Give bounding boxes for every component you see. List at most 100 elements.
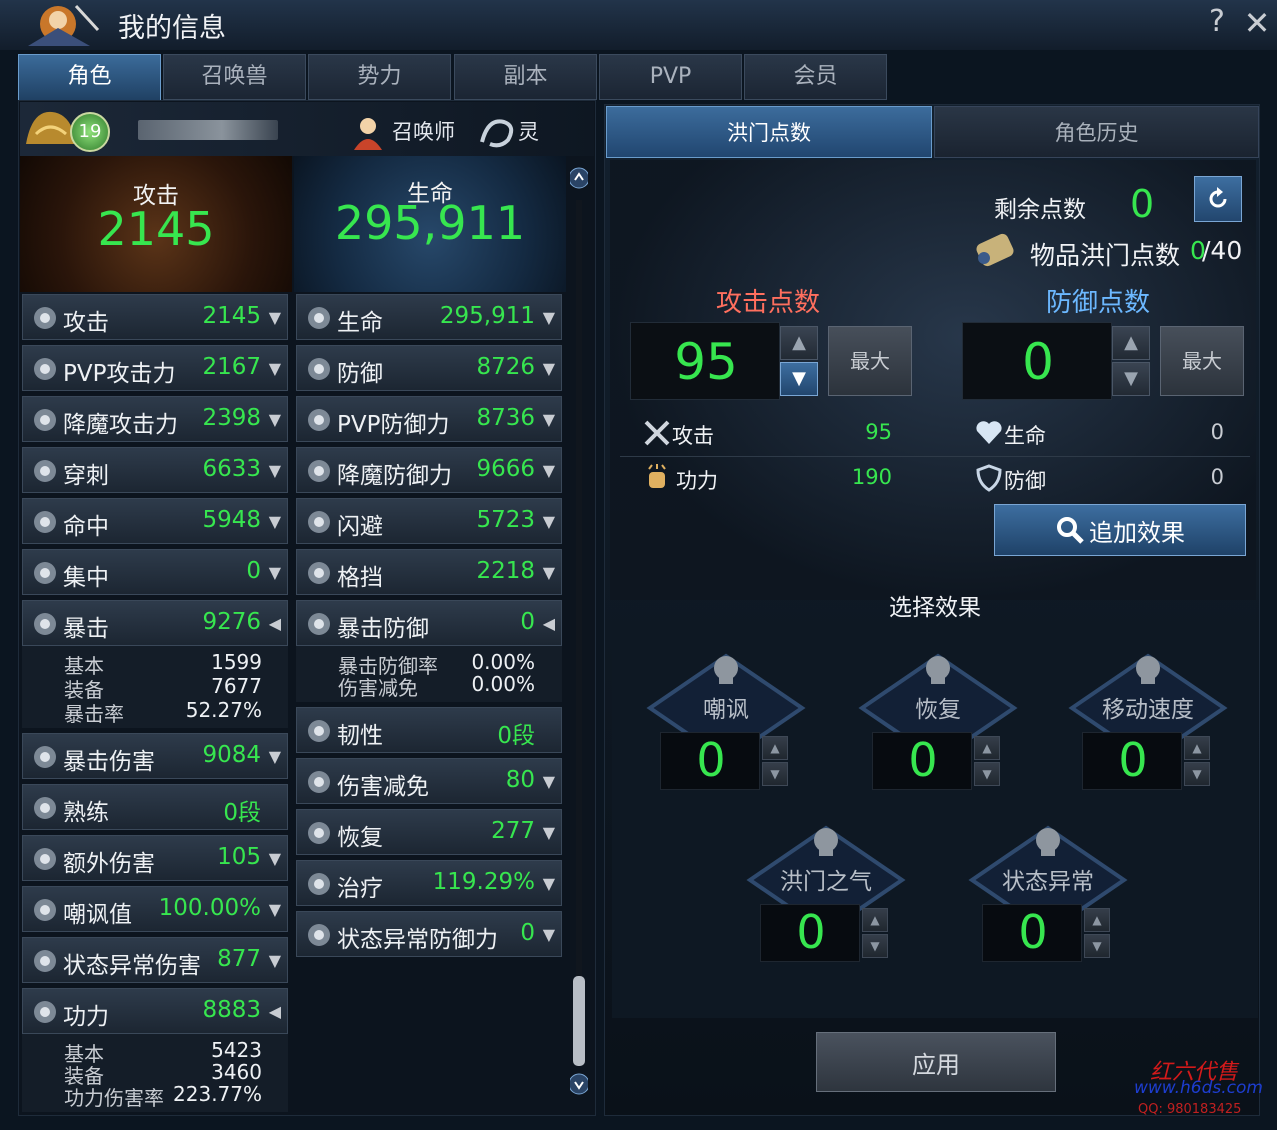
stat-row[interactable]: 格挡 2218 ▼ bbox=[296, 549, 562, 595]
stats-scrollbar[interactable] bbox=[570, 166, 588, 1096]
expand-arrow-icon[interactable]: ▼ bbox=[269, 900, 281, 919]
stat-row[interactable]: 降魔防御力 9666 ▼ bbox=[296, 447, 562, 493]
stat-row[interactable]: 暴击 9276 ◀ bbox=[22, 600, 288, 646]
stat-row[interactable]: 伤害减免 80 ▼ bbox=[296, 758, 562, 804]
effect-up-button[interactable]: ▲ bbox=[1084, 908, 1110, 932]
tab-membership[interactable]: 会员 bbox=[744, 54, 887, 100]
expand-arrow-icon[interactable]: ▼ bbox=[543, 925, 555, 944]
reset-points-button[interactable] bbox=[1194, 176, 1242, 222]
tab-dungeon[interactable]: 副本 bbox=[454, 54, 597, 100]
tab-summon[interactable]: 召唤兽 bbox=[163, 54, 306, 100]
sprout-icon bbox=[926, 656, 950, 684]
expand-arrow-icon[interactable]: ▼ bbox=[543, 772, 555, 791]
remaining-points-label: 剩余点数 bbox=[994, 197, 1086, 223]
stat-row[interactable]: 韧性 0段 bbox=[296, 707, 562, 753]
attack-points-down-button[interactable]: ▼ bbox=[780, 362, 818, 396]
effect-value-box: 0 bbox=[1082, 732, 1182, 790]
expand-arrow-icon[interactable]: ▼ bbox=[269, 747, 281, 766]
tab-character[interactable]: 角色 bbox=[18, 54, 161, 104]
stat-row[interactable]: 穿刺 6633 ▼ bbox=[22, 447, 288, 493]
stat-row[interactable]: 嘲讽值 100.00% ▼ bbox=[22, 886, 288, 932]
expand-arrow-icon[interactable]: ▼ bbox=[269, 849, 281, 868]
tab-pvp[interactable]: PVP bbox=[599, 54, 742, 100]
stat-row[interactable]: 状态异常防御力 0 ▼ bbox=[296, 911, 562, 957]
help-button[interactable]: ? bbox=[1204, 4, 1230, 39]
effect-up-button[interactable]: ▲ bbox=[762, 736, 788, 760]
effect-up-button[interactable]: ▲ bbox=[862, 908, 888, 932]
stat-row[interactable]: 集中 0 ▼ bbox=[22, 549, 288, 595]
stat-row[interactable]: 闪避 5723 ▼ bbox=[296, 498, 562, 544]
recovery-icon bbox=[308, 822, 330, 844]
collapse-arrow-icon[interactable]: ◀ bbox=[543, 614, 555, 633]
effect-name: 洪门之气 bbox=[780, 869, 872, 895]
effect-up-button[interactable]: ▲ bbox=[1184, 736, 1210, 760]
search-icon bbox=[1057, 517, 1084, 544]
expand-arrow-icon[interactable]: ▼ bbox=[269, 563, 281, 582]
expand-arrow-icon[interactable]: ▼ bbox=[543, 308, 555, 327]
pvp-defense-icon bbox=[308, 409, 330, 431]
stat-row[interactable]: 治疗 119.29% ▼ bbox=[296, 860, 562, 906]
stat-row[interactable]: 降魔攻击力 2398 ▼ bbox=[22, 396, 288, 442]
extra-damage-icon bbox=[34, 848, 56, 870]
expand-arrow-icon[interactable]: ▼ bbox=[543, 563, 555, 582]
stat-row[interactable]: 恢复 277 ▼ bbox=[296, 809, 562, 855]
bonus-divider bbox=[620, 456, 1250, 457]
attack-max-button[interactable]: 最大 bbox=[828, 326, 912, 396]
add-effect-button[interactable]: 追加效果 bbox=[994, 504, 1246, 556]
summoner-label[interactable]: 召唤师 bbox=[392, 116, 455, 146]
effect-down-button[interactable]: ▼ bbox=[762, 762, 788, 786]
expand-arrow-icon[interactable]: ▼ bbox=[543, 823, 555, 842]
stat-name: 格挡 bbox=[337, 565, 383, 591]
defense-points-down-button[interactable]: ▼ bbox=[1112, 362, 1150, 396]
expand-arrow-icon[interactable]: ▼ bbox=[269, 410, 281, 429]
stat-name: 额外伤害 bbox=[63, 851, 155, 877]
sword-icon bbox=[34, 307, 56, 329]
stat-row[interactable]: 熟练 0段 bbox=[22, 784, 288, 830]
detail-label: 功力伤害率 bbox=[64, 1086, 164, 1110]
stat-row[interactable]: 防御 8726 ▼ bbox=[296, 345, 562, 391]
expand-arrow-icon[interactable]: ▼ bbox=[543, 359, 555, 378]
stat-row[interactable]: PVP攻击力 2167 ▼ bbox=[22, 345, 288, 391]
stat-row[interactable]: PVP防御力 8736 ▼ bbox=[296, 396, 562, 442]
effect-down-button[interactable]: ▼ bbox=[1184, 762, 1210, 786]
stat-row[interactable]: 暴击伤害 9084 ▼ bbox=[22, 733, 288, 779]
stat-row[interactable]: 额外伤害 105 ▼ bbox=[22, 835, 288, 881]
expand-arrow-icon[interactable]: ▼ bbox=[269, 512, 281, 531]
effect-value: 0 bbox=[796, 905, 826, 959]
expand-arrow-icon[interactable]: ▼ bbox=[543, 512, 555, 531]
focus-icon bbox=[34, 562, 56, 584]
stat-row[interactable]: 攻击 2145 ▼ bbox=[22, 294, 288, 340]
stat-row[interactable]: 状态异常伤害 877 ▼ bbox=[22, 937, 288, 983]
stat-value: 8726 bbox=[476, 354, 535, 380]
expand-arrow-icon[interactable]: ▼ bbox=[269, 951, 281, 970]
attack-points-up-button[interactable]: ▲ bbox=[780, 326, 818, 360]
effect-down-button[interactable]: ▼ bbox=[974, 762, 1000, 786]
collapse-arrow-icon[interactable]: ◀ bbox=[269, 1002, 281, 1021]
apply-button[interactable]: 应用 bbox=[816, 1032, 1056, 1092]
expand-arrow-icon[interactable]: ▼ bbox=[269, 308, 281, 327]
tab-hongmen-points[interactable]: 洪门点数 bbox=[606, 106, 932, 158]
expand-arrow-icon[interactable]: ▼ bbox=[269, 359, 281, 378]
tab-faction[interactable]: 势力 bbox=[308, 54, 451, 100]
stat-row[interactable]: 功力 8883 ◀ bbox=[22, 988, 288, 1034]
expand-arrow-icon[interactable]: ▼ bbox=[543, 410, 555, 429]
effect-up-button[interactable]: ▲ bbox=[974, 736, 1000, 760]
expand-arrow-icon[interactable]: ▼ bbox=[543, 461, 555, 480]
stat-row[interactable]: 命中 5948 ▼ bbox=[22, 498, 288, 544]
stat-value: 2218 bbox=[476, 558, 535, 584]
attack-points-box: 95 bbox=[630, 322, 780, 400]
defense-points-up-button[interactable]: ▲ bbox=[1112, 326, 1150, 360]
effect-down-button[interactable]: ▼ bbox=[1084, 934, 1110, 958]
tab-character-history[interactable]: 角色历史 bbox=[934, 106, 1259, 158]
stat-row[interactable]: 暴击防御 0 ◀ bbox=[296, 600, 562, 646]
stat-row[interactable]: 生命 295,911 ▼ bbox=[296, 294, 562, 340]
stat-value: 0 bbox=[520, 920, 535, 946]
collapse-arrow-icon[interactable]: ◀ bbox=[269, 614, 281, 633]
defense-points-box: 0 bbox=[962, 322, 1112, 400]
expand-arrow-icon[interactable]: ▼ bbox=[543, 874, 555, 893]
close-button[interactable]: ✕ bbox=[1242, 4, 1272, 42]
defense-max-button[interactable]: 最大 bbox=[1160, 326, 1244, 396]
effect-down-button[interactable]: ▼ bbox=[862, 934, 888, 958]
expand-arrow-icon[interactable]: ▼ bbox=[269, 461, 281, 480]
spirit-label[interactable]: 灵 bbox=[518, 116, 539, 146]
